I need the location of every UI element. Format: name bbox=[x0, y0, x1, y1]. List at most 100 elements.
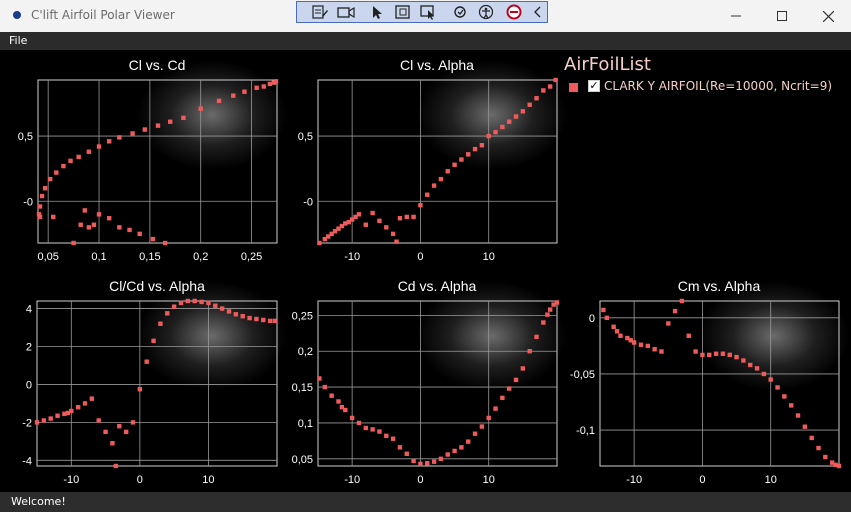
data-point bbox=[103, 429, 108, 435]
data-point bbox=[479, 424, 485, 429]
data-point bbox=[554, 300, 560, 305]
data-point bbox=[384, 433, 389, 439]
data-point bbox=[768, 377, 773, 382]
data-point bbox=[601, 307, 606, 313]
data-point bbox=[233, 312, 239, 317]
x-tick-label: 0,2 bbox=[193, 251, 208, 263]
data-point bbox=[178, 300, 184, 306]
data-point bbox=[86, 225, 92, 230]
data-point bbox=[336, 399, 341, 404]
y-tick-label: 0,2 bbox=[298, 346, 313, 358]
x-tick-label: 0,05 bbox=[37, 251, 58, 263]
data-point bbox=[390, 231, 396, 237]
x-tick-label: 10 bbox=[765, 474, 777, 486]
data-point bbox=[425, 192, 430, 197]
y-tick-label: 4 bbox=[26, 304, 32, 316]
data-point bbox=[68, 158, 73, 164]
data-point bbox=[795, 413, 801, 418]
data-point bbox=[150, 236, 156, 242]
data-point bbox=[151, 338, 156, 344]
data-point bbox=[411, 214, 416, 220]
data-point bbox=[216, 98, 222, 104]
data-point bbox=[720, 351, 726, 356]
x-tick-label: -10 bbox=[344, 474, 360, 486]
data-point bbox=[199, 299, 204, 305]
data-point bbox=[527, 349, 532, 354]
legend-series-swatch bbox=[569, 83, 578, 92]
data-point bbox=[106, 139, 112, 144]
data-point bbox=[41, 418, 47, 423]
data-point bbox=[96, 144, 102, 149]
data-point bbox=[165, 311, 170, 316]
data-point bbox=[356, 420, 362, 426]
data-point bbox=[137, 231, 142, 237]
data-point bbox=[547, 84, 553, 89]
data-point bbox=[42, 186, 48, 191]
data-point bbox=[734, 354, 739, 360]
data-point bbox=[789, 403, 794, 408]
data-point bbox=[418, 461, 423, 467]
chart-title: Cl vs. Cd bbox=[129, 57, 186, 73]
data-point bbox=[431, 183, 437, 188]
data-point bbox=[240, 313, 245, 319]
y-tick-label: -0,1 bbox=[576, 425, 595, 437]
data-point bbox=[397, 216, 403, 221]
x-tick-label: 0 bbox=[417, 251, 423, 263]
data-point bbox=[472, 146, 478, 152]
data-point bbox=[541, 88, 546, 93]
data-point bbox=[727, 352, 732, 358]
data-point bbox=[547, 307, 553, 312]
data-point bbox=[377, 429, 382, 434]
data-point bbox=[500, 395, 505, 401]
data-point bbox=[168, 119, 173, 124]
data-point bbox=[693, 349, 698, 354]
data-point bbox=[261, 317, 266, 323]
data-point bbox=[645, 343, 650, 349]
data-point bbox=[137, 386, 143, 392]
data-point bbox=[761, 371, 767, 377]
data-point bbox=[507, 386, 512, 391]
x-tick-label: 10 bbox=[483, 251, 495, 263]
data-point bbox=[741, 358, 746, 363]
data-point bbox=[91, 222, 97, 227]
data-point bbox=[106, 216, 112, 221]
data-point bbox=[404, 214, 409, 220]
data-point bbox=[802, 424, 808, 429]
data-point bbox=[397, 445, 403, 450]
data-point bbox=[425, 460, 430, 466]
y-tick-label: 0,25 bbox=[292, 310, 313, 322]
x-tick-label: 0,1 bbox=[91, 251, 106, 263]
data-point bbox=[171, 304, 177, 309]
data-point bbox=[445, 169, 450, 174]
data-point bbox=[55, 413, 60, 418]
data-point bbox=[130, 420, 136, 425]
data-point bbox=[363, 222, 368, 227]
data-point bbox=[638, 342, 644, 347]
data-point bbox=[438, 176, 444, 182]
data-point bbox=[816, 445, 821, 451]
data-point bbox=[254, 85, 259, 91]
data-point bbox=[370, 210, 375, 216]
data-point bbox=[158, 321, 163, 326]
data-point bbox=[272, 318, 278, 324]
plot-glow bbox=[137, 281, 287, 391]
data-point bbox=[672, 308, 678, 314]
x-tick-label: 0 bbox=[417, 474, 423, 486]
x-tick-label: 10 bbox=[202, 474, 214, 486]
data-point bbox=[377, 218, 382, 224]
data-point bbox=[78, 222, 83, 227]
data-point bbox=[652, 347, 657, 352]
status-text: Welcome! bbox=[11, 495, 66, 508]
data-point bbox=[96, 212, 102, 217]
data-point bbox=[493, 406, 498, 411]
data-point bbox=[507, 119, 512, 124]
y-tick-label: 0,5 bbox=[18, 131, 33, 143]
x-tick-label: 0,25 bbox=[241, 251, 262, 263]
data-point bbox=[823, 454, 828, 460]
data-point bbox=[541, 320, 546, 325]
data-point bbox=[181, 115, 186, 121]
legend-checkbox[interactable]: ✓ bbox=[588, 80, 600, 92]
legend-item-label[interactable]: CLARK Y AIRFOIL(Re=10000, Ncrit=9) bbox=[604, 79, 832, 93]
data-point bbox=[493, 129, 498, 135]
data-point bbox=[192, 298, 197, 304]
